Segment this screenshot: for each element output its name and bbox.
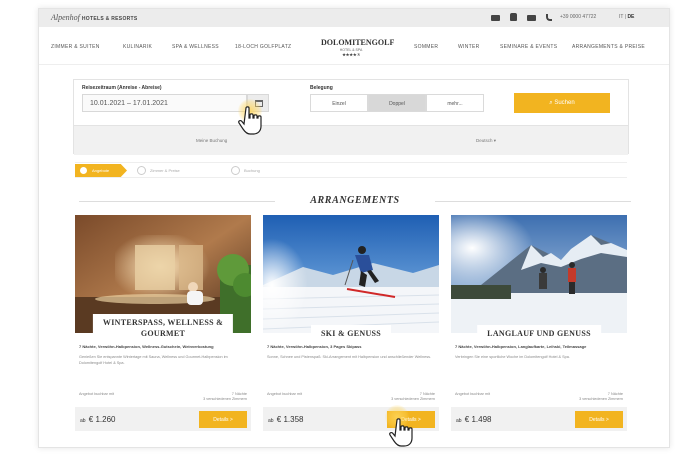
hotel-logo[interactable]: DOLOMITENGOLF HOTEL & SPA ★★★★ S (321, 38, 394, 57)
occupancy-label: Belegung (310, 85, 333, 91)
nav-item-winter[interactable]: WINTER (458, 44, 480, 50)
card-price: ab € 1.498 (456, 415, 492, 424)
nav-item-rooms[interactable]: ZIMMER & SUITEN (51, 44, 100, 50)
utility-bar: Alpenhof HOTELS & RESORTS +39 0000 47722 … (39, 9, 669, 27)
card-bookable-label: Angebot buchbar mit (267, 392, 303, 396)
date-range-input[interactable]: 10.01.2021 – 17.01.2021 (82, 94, 247, 112)
card-price-bar: ab € 1.498 Details > (451, 407, 627, 431)
hand-cursor-icon (389, 418, 415, 448)
nav-item-seminars[interactable]: SEMINARE & EVENTS (500, 44, 557, 50)
step-3-label: Buchung (244, 168, 260, 173)
card-description: Genießen Sie entspannte Wintertage mit S… (79, 355, 228, 365)
step-offers[interactable]: Angebote (75, 164, 127, 177)
card-price-prefix: ab (456, 418, 462, 424)
my-booking-link[interactable]: Meine Buchung (196, 138, 227, 143)
booking-steps: Angebote Zimmer & Preise Buchung (75, 162, 627, 178)
step-3-indicator (231, 166, 240, 175)
search-button-label: Suchen (554, 100, 575, 106)
occupancy-double[interactable]: Doppel (368, 94, 426, 112)
card-title: WINTERSPASS, WELLNESS & GOURMET (92, 314, 234, 342)
card-description: Verbringen Sie eine sportliche Woche im … (455, 355, 570, 359)
nav-item-summer[interactable]: SOMMER (414, 44, 438, 50)
details-button[interactable]: Details > (199, 411, 247, 428)
main-nav: ZIMMER & SUITEN KULINARIK SPA & WELLNESS… (39, 27, 669, 65)
search-footer: Meine Buchung Deutsch ▾ (74, 125, 628, 155)
card-room-count: 3 verschiedenen Zimmern (579, 397, 623, 401)
lang-de[interactable]: DE (627, 14, 634, 20)
card-nights: 7 Nächte 3 verschiedenen Zimmern (203, 392, 247, 402)
card-features: 7 Nächte, Verwöhn-Halbpension, Wellness-… (79, 344, 214, 349)
arrangement-card[interactable]: LANGLAUF UND GENUSS 7 Nächte, Verwöhn-Ha… (451, 215, 627, 433)
heading-divider-right (435, 201, 631, 202)
occupancy-single[interactable]: Einzel (310, 94, 368, 112)
card-features: 7 Nächte, Verwöhn-Halbpension, 3 Pages S… (267, 344, 362, 349)
mail-icon[interactable] (527, 14, 536, 21)
period-label: Reisezeitraum (Anreise - Abreise) (82, 85, 162, 91)
phone-icon[interactable] (546, 13, 552, 21)
step-1-label: Angebote (92, 168, 110, 173)
card-price-value: € 1.498 (464, 415, 492, 424)
hotel-logo-name: DOLOMITENGOLF (321, 38, 395, 47)
card-bookable-label: Angebot buchbar mit (455, 392, 491, 396)
step-2-indicator (137, 166, 146, 175)
nav-item-spa[interactable]: SPA & WELLNESS (172, 44, 219, 50)
search-button[interactable]: ⌕ Suchen (514, 93, 610, 113)
card-bookable-label: Angebot buchbar mit (79, 392, 115, 396)
card-price: ab € 1.358 (268, 415, 304, 424)
card-title: SKI & GENUSS (310, 325, 392, 342)
step-1-indicator (80, 167, 87, 174)
arrangement-card[interactable]: SKI & GENUSS 7 Nächte, Verwöhn-Halbpensi… (263, 215, 439, 433)
card-title-line: WINTERSPASS, WELLNESS & (102, 318, 224, 327)
lock-icon[interactable] (510, 13, 517, 21)
card-nights: 7 Nächte 3 verschiedenen Zimmern (579, 392, 623, 402)
bed-icon[interactable] (491, 15, 500, 21)
nav-item-cuisine[interactable]: KULINARIK (123, 44, 152, 50)
step-2-label: Zimmer & Preise (150, 168, 180, 173)
language-dropdown[interactable]: Deutsch ▾ (476, 138, 496, 144)
card-price-value: € 1.358 (276, 415, 304, 424)
utility-icons (491, 13, 552, 21)
occupancy-more[interactable]: mehr... (426, 94, 484, 112)
details-button[interactable]: Details > (575, 411, 623, 428)
phone-number[interactable]: +39 0000 47722 (560, 14, 596, 20)
group-logo-suffix: HOTELS & RESORTS (81, 16, 138, 22)
booking-search-panel: Reisezeitraum (Anreise - Abreise) 10.01.… (73, 79, 629, 155)
card-title-line: LANGLAUF UND GENUSS (487, 329, 591, 338)
card-room-count: 3 verschiedenen Zimmern (391, 397, 435, 401)
cross-country-image (451, 215, 627, 333)
card-price: ab € 1.260 (80, 415, 116, 424)
card-price-bar: ab € 1.260 Details > (75, 407, 251, 431)
nav-item-arrangements[interactable]: ARRANGEMENTS & PREISE (572, 44, 645, 50)
card-description: Sonne, Schnee und Pistenspaß: Ski-Arrang… (267, 355, 432, 359)
card-price-prefix: ab (268, 418, 274, 424)
card-title: LANGLAUF UND GENUSS (477, 325, 601, 342)
card-price-value: € 1.260 (88, 415, 116, 424)
card-price-prefix: ab (80, 418, 86, 424)
hotel-stars: ★★★★ S (342, 52, 360, 57)
browser-page: Alpenhof HOTELS & RESORTS +39 0000 47722 … (38, 8, 670, 448)
group-logo-text: Alpenhof (51, 13, 80, 22)
card-nights: 7 Nächte 3 verschiedenen Zimmern (391, 392, 435, 402)
nav-item-golf[interactable]: 18-LOCH GOLFPLATZ (235, 44, 291, 50)
card-title-line: GOURMET (140, 329, 186, 338)
ski-image (263, 215, 439, 333)
card-features: 7 Nächte, Verwöhn-Halbpension, Langlaufk… (455, 344, 587, 349)
arrangement-card[interactable]: WINTERSPASS, WELLNESS & GOURMET 7 Nächte… (75, 215, 251, 433)
language-switch: IT | DE (619, 14, 634, 20)
card-title-line: SKI & GENUSS (320, 329, 382, 338)
hand-cursor-icon (238, 106, 264, 136)
group-logo[interactable]: Alpenhof HOTELS & RESORTS (51, 13, 138, 22)
card-room-count: 3 verschiedenen Zimmern (203, 397, 247, 401)
